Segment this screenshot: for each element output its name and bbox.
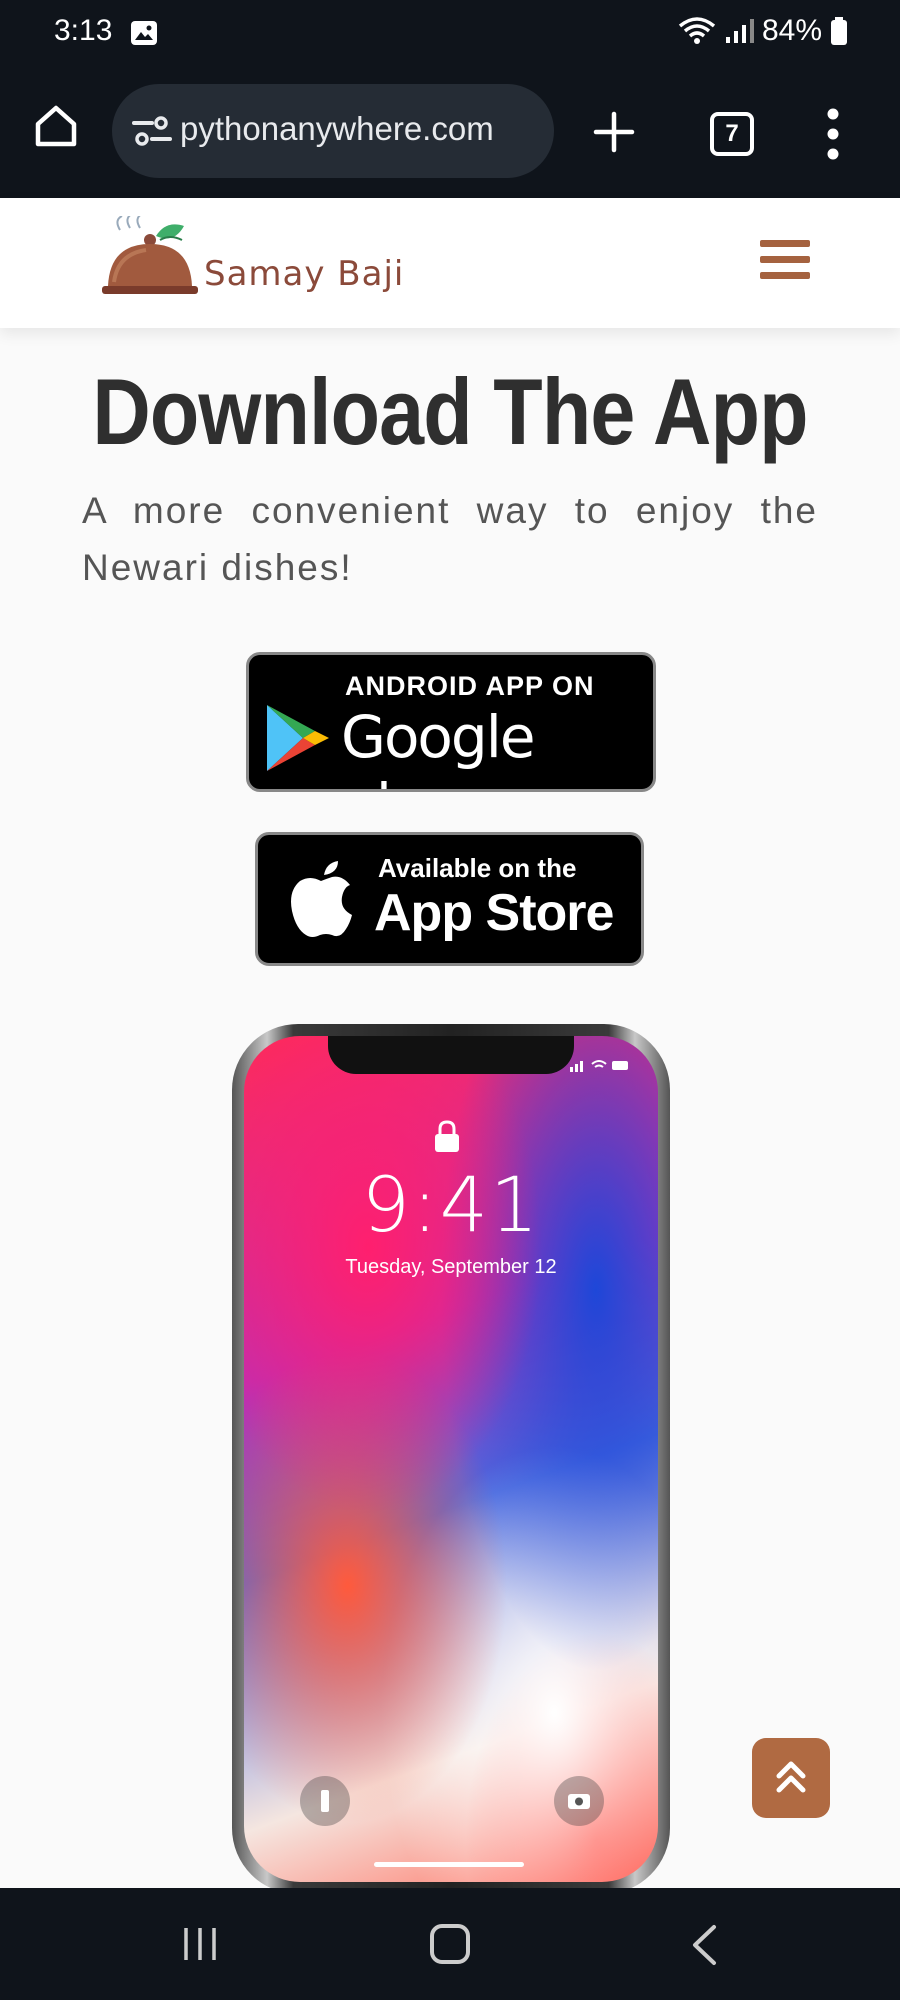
phone-home-indicator <box>374 1862 524 1867</box>
google-play-icon <box>267 705 329 771</box>
new-tab-icon[interactable] <box>592 110 636 154</box>
phone-mockup-image: 9:41 Tuesday, September 12 <box>232 1024 670 1894</box>
brand-name[interactable]: Samay Baji <box>204 254 404 294</box>
apple-icon <box>291 861 352 937</box>
lock-icon <box>435 1120 459 1152</box>
google-badge-bottom: Google play <box>341 703 536 789</box>
phone-status-icons <box>570 1060 628 1072</box>
phone-lock-date: Tuesday, September 12 <box>345 1256 557 1278</box>
flashlight-icon <box>300 1776 350 1826</box>
signal-icon <box>725 19 754 43</box>
scroll-to-top-button[interactable] <box>752 1738 830 1818</box>
apple-badge-top: Available on the <box>378 853 577 883</box>
more-menu-icon[interactable] <box>826 106 840 162</box>
status-time: 3:13 <box>54 14 113 47</box>
browser-toolbar: pythonanywhere.com 7 <box>0 68 900 198</box>
phone-notch <box>328 1036 574 1074</box>
url-text[interactable]: pythonanywhere.com <box>180 110 540 148</box>
home-icon[interactable] <box>32 102 80 150</box>
camera-icon <box>554 1776 604 1826</box>
system-nav-bar <box>0 1888 900 2000</box>
gallery-icon <box>131 21 157 45</box>
wifi-icon <box>678 17 716 44</box>
recent-apps-icon[interactable] <box>180 1926 220 1962</box>
address-bar[interactable]: pythonanywhere.com <box>112 84 554 178</box>
page-tagline: A more convenient way to enjoy the Newar… <box>82 490 818 588</box>
site-settings-icon[interactable] <box>132 114 172 148</box>
cloche-logo-icon[interactable] <box>100 216 200 302</box>
phone-lock-time: 9:41 <box>361 1160 541 1249</box>
battery-icon <box>831 17 847 45</box>
battery-percent: 84% <box>761 14 822 47</box>
app-store-button[interactable]: Available on the App Store <box>255 832 644 966</box>
status-bar: 3:13 84% <box>0 0 900 68</box>
google-badge-top: ANDROID APP ON <box>345 671 595 701</box>
hamburger-icon[interactable] <box>760 238 810 282</box>
google-play-button[interactable]: ANDROID APP ON Google play <box>246 652 656 792</box>
status-indicators: 84% <box>678 14 848 48</box>
double-chevron-up-icon <box>776 1761 806 1793</box>
site-header: Samay Baji <box>0 198 900 328</box>
apple-badge-bottom: App Store <box>374 884 614 942</box>
phone-screen: 9:41 Tuesday, September 12 <box>244 1036 658 1882</box>
back-icon[interactable] <box>690 1924 718 1966</box>
home-button-icon[interactable] <box>430 1924 470 1964</box>
page-title: Download The App <box>92 359 808 464</box>
tabs-icon[interactable]: 7 <box>710 112 754 156</box>
